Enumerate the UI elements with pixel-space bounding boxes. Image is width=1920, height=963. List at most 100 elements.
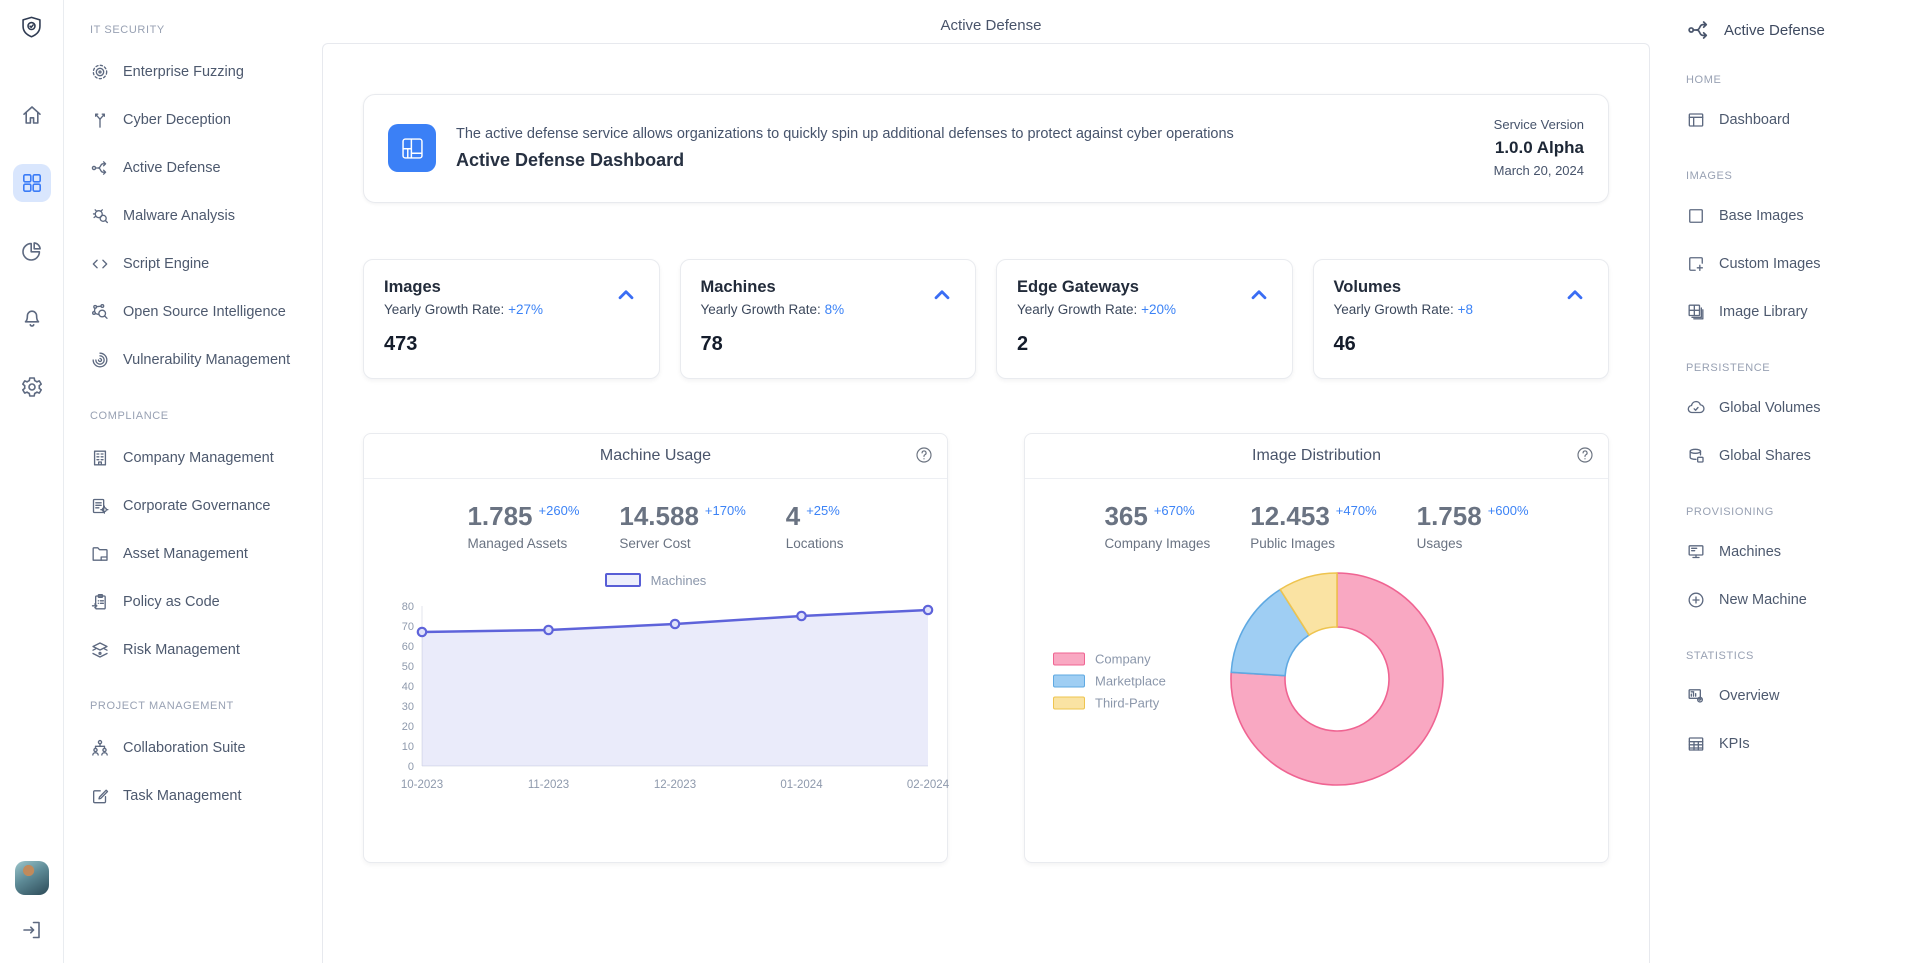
image-distribution-title: Image Distribution bbox=[1252, 447, 1381, 464]
sidebar-item-open-source-intelligence[interactable]: Open Source Intelligence bbox=[90, 288, 308, 336]
collab-icon bbox=[90, 738, 110, 758]
legend-label: Company bbox=[1095, 652, 1151, 667]
collapse-chevron-up-icon[interactable] bbox=[927, 282, 957, 308]
logout-button[interactable] bbox=[13, 911, 51, 949]
help-icon[interactable] bbox=[1574, 445, 1596, 467]
help-icon bbox=[914, 445, 934, 465]
rail-grid-button[interactable] bbox=[13, 164, 51, 202]
logout-icon bbox=[20, 918, 44, 942]
line-legend[interactable]: Machines bbox=[388, 573, 923, 588]
sidebar-item-company-management[interactable]: Company Management bbox=[90, 434, 308, 482]
sidebar-item-dashboard[interactable]: Dashboard bbox=[1686, 96, 1912, 144]
sidebar-item-corporate-governance[interactable]: Corporate Governance bbox=[90, 482, 308, 530]
chart-stat-label: Public Images bbox=[1250, 536, 1376, 551]
collapse-chevron-up-icon[interactable] bbox=[611, 282, 641, 308]
machine-usage-stats: 1.785+260%Managed Assets14.588+170%Serve… bbox=[388, 501, 923, 551]
stat-card-volumes: VolumesYearly Growth Rate: +846 bbox=[1313, 259, 1610, 379]
deception-icon bbox=[90, 110, 110, 130]
sidebar-item-vulnerability-management[interactable]: Vulnerability Management bbox=[90, 336, 308, 384]
chart-stat: 365+670%Company Images bbox=[1104, 501, 1210, 551]
sidebar-item-global-volumes[interactable]: Global Volumes bbox=[1686, 384, 1912, 432]
chart-stat: 12.453+470%Public Images bbox=[1250, 501, 1376, 551]
sidebar-item-collaboration-suite[interactable]: Collaboration Suite bbox=[90, 724, 308, 772]
app-logo[interactable] bbox=[13, 8, 51, 46]
sidebar-item-image-library[interactable]: Image Library bbox=[1686, 288, 1912, 336]
sidebar-item-label: Vulnerability Management bbox=[123, 352, 290, 368]
svg-text:70: 70 bbox=[402, 621, 414, 633]
sidebar-item-base-images[interactable]: Base Images bbox=[1686, 192, 1912, 240]
stat-growth-value: +27% bbox=[508, 302, 543, 317]
legend-label: Third-Party bbox=[1095, 696, 1159, 711]
donut-legend-item[interactable]: Company bbox=[1053, 652, 1166, 667]
svg-text:10-2023: 10-2023 bbox=[401, 779, 443, 791]
chart-stat-value: 1.785 bbox=[467, 501, 532, 531]
rail-home-button[interactable] bbox=[13, 96, 51, 134]
sidebar-item-cyber-deception[interactable]: Cyber Deception bbox=[90, 96, 308, 144]
sidebar-item-policy-as-code[interactable]: Policy as Code bbox=[90, 578, 308, 626]
rail-bell-button[interactable] bbox=[13, 300, 51, 338]
line-chart-svg: 0102030405060708010-202311-202312-202301… bbox=[388, 594, 932, 806]
stat-growth-value: +8 bbox=[1458, 302, 1473, 317]
sidebar-item-label: Machines bbox=[1719, 544, 1781, 560]
stat-cards-row: ImagesYearly Growth Rate: +27%473Machine… bbox=[363, 259, 1609, 379]
sidebar-item-overview[interactable]: Overview bbox=[1686, 672, 1912, 720]
sidebar-item-custom-images[interactable]: Custom Images bbox=[1686, 240, 1912, 288]
library-icon bbox=[1686, 302, 1706, 322]
fingerprint-icon bbox=[90, 350, 110, 370]
base-icon bbox=[1686, 206, 1706, 226]
sidebar-item-script-engine[interactable]: Script Engine bbox=[90, 240, 308, 288]
sidebar-item-new-machine[interactable]: New Machine bbox=[1686, 576, 1912, 624]
sidebar-item-machines[interactable]: Machines bbox=[1686, 528, 1912, 576]
sidebar-item-task-management[interactable]: Task Management bbox=[90, 772, 308, 820]
sidebar-item-label: Script Engine bbox=[123, 256, 209, 272]
sidebar-item-kpis[interactable]: KPIs bbox=[1686, 720, 1912, 768]
sidebar-item-global-shares[interactable]: Global Shares bbox=[1686, 432, 1912, 480]
newmachine-icon bbox=[1686, 590, 1706, 610]
svg-text:50: 50 bbox=[402, 661, 414, 673]
sidebar-item-label: New Machine bbox=[1719, 592, 1807, 608]
chevron-up-icon bbox=[1562, 282, 1588, 308]
donut-legend-item[interactable]: Third-Party bbox=[1053, 696, 1166, 711]
code-icon bbox=[90, 254, 110, 274]
section-title: PROVISIONING bbox=[1686, 506, 1912, 518]
svg-text:11-2023: 11-2023 bbox=[528, 779, 569, 791]
service-banner: The active defense service allows organi… bbox=[363, 94, 1609, 203]
chart-stat-label: Server Cost bbox=[619, 536, 745, 551]
sidebar-item-active-defense[interactable]: Active Defense bbox=[90, 144, 308, 192]
machine-usage-title: Machine Usage bbox=[600, 447, 711, 464]
sidebar-item-label: Risk Management bbox=[123, 642, 240, 658]
page-title: Active Defense bbox=[318, 0, 1664, 43]
sidebar-item-malware-analysis[interactable]: Malware Analysis bbox=[90, 192, 308, 240]
chevron-up-icon bbox=[613, 282, 639, 308]
collapse-chevron-up-icon[interactable] bbox=[1244, 282, 1274, 308]
chart-stat-delta: +260% bbox=[539, 503, 580, 518]
sidebar-item-asset-management[interactable]: Asset Management bbox=[90, 530, 308, 578]
banner-text: The active defense service allows organi… bbox=[456, 126, 1234, 171]
sidebar-item-enterprise-fuzzing[interactable]: Enterprise Fuzzing bbox=[90, 48, 308, 96]
help-icon[interactable] bbox=[913, 445, 935, 467]
sidebar-item-label: Global Shares bbox=[1719, 448, 1811, 464]
asset-icon bbox=[90, 544, 110, 564]
chevron-up-icon bbox=[929, 282, 955, 308]
section-title: HOME bbox=[1686, 74, 1912, 86]
rail-pie-chart-button[interactable] bbox=[13, 232, 51, 270]
sidebar-item-risk-management[interactable]: Risk Management bbox=[90, 626, 308, 674]
icon-rail bbox=[0, 0, 64, 963]
donut-legend-item[interactable]: Marketplace bbox=[1053, 674, 1166, 689]
sidebar-item-label: Company Management bbox=[123, 450, 274, 466]
rail-gear-button[interactable] bbox=[13, 368, 51, 406]
sidebar-item-label: Cyber Deception bbox=[123, 112, 231, 128]
sidebar-item-label: Open Source Intelligence bbox=[123, 304, 286, 320]
governance-icon bbox=[90, 496, 110, 516]
machine-usage-body: 1.785+260%Managed Assets14.588+170%Serve… bbox=[364, 479, 947, 826]
collapse-chevron-up-icon[interactable] bbox=[1560, 282, 1590, 308]
donut-chart-svg bbox=[1219, 561, 1455, 797]
service-description: The active defense service allows organi… bbox=[456, 126, 1234, 142]
chart-stat-label: Locations bbox=[786, 536, 844, 551]
user-avatar[interactable] bbox=[15, 861, 49, 895]
chart-stat: 1.785+260%Managed Assets bbox=[467, 501, 579, 551]
service-version-value: 1.0.0 Alpha bbox=[1494, 135, 1584, 161]
company-icon bbox=[90, 448, 110, 468]
chart-stat-value: 12.453 bbox=[1250, 501, 1330, 531]
stat-value: 46 bbox=[1334, 333, 1589, 356]
